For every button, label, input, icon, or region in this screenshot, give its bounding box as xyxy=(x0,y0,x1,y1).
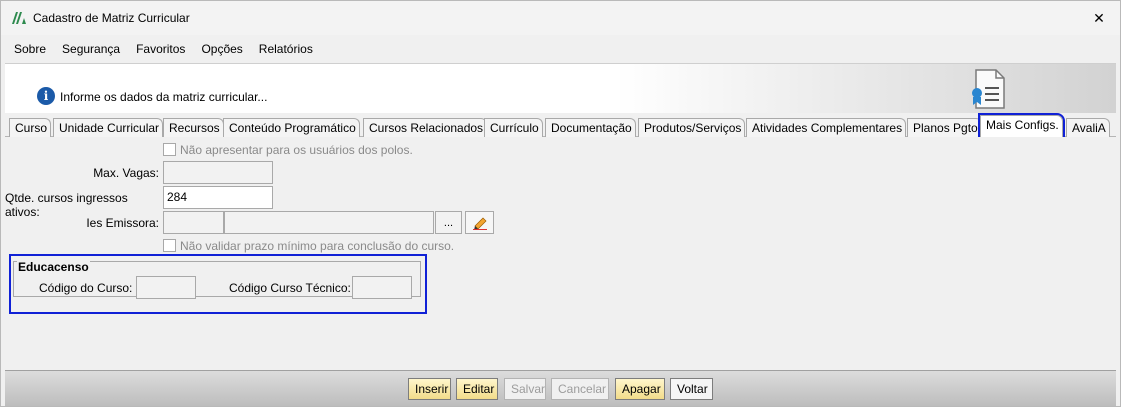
tab-strip: Curso Unidade Curricular Recursos Conteú… xyxy=(5,113,1116,139)
menu-favoritos[interactable]: Favoritos xyxy=(136,42,185,56)
pencil-icon xyxy=(472,217,487,230)
menu-seguranca[interactable]: Segurança xyxy=(62,42,120,56)
menu-opcoes[interactable]: Opções xyxy=(201,42,242,56)
action-bar: Inserir Editar Salvar Cancelar Apagar Vo… xyxy=(5,370,1116,406)
tab-cursos-relacionados[interactable]: Cursos Relacionados xyxy=(363,118,488,137)
codigo-curso-tecnico-label: Código Curso Técnico: xyxy=(229,281,351,295)
ies-emissora-name-input[interactable] xyxy=(224,211,434,234)
title-bar: Cadastro de Matriz Curricular ✕ xyxy=(1,1,1120,35)
tab-curriculo[interactable]: Currículo xyxy=(484,118,543,137)
tab-curso[interactable]: Curso xyxy=(9,118,52,137)
tab-planos-pgto[interactable]: Planos Pgto xyxy=(907,118,982,137)
max-vagas-input[interactable] xyxy=(163,161,273,184)
salvar-button[interactable]: Salvar xyxy=(504,378,546,400)
tab-unidade-curricular[interactable]: Unidade Curricular xyxy=(53,118,164,137)
codigo-curso-label: Código do Curso: xyxy=(39,281,133,295)
nao-validar-prazo-label: Não validar prazo mínimo para conclusão … xyxy=(180,239,455,253)
tab-mais-configs[interactable]: Mais Configs. xyxy=(978,113,1065,139)
menu-bar: Sobre Segurança Favoritos Opções Relatór… xyxy=(1,36,1120,62)
certificate-icon xyxy=(972,69,1005,109)
qtde-cursos-label: Qtde. cursos ingressos ativos: xyxy=(5,191,128,219)
tab-conteudo-programatico[interactable]: Conteúdo Programático xyxy=(223,118,360,137)
tab-content-mais-configs: Não apresentar para os usuários dos polo… xyxy=(5,137,1116,369)
editar-button[interactable]: Editar xyxy=(456,378,498,400)
nao-apresentar-checkbox[interactable] xyxy=(163,143,176,156)
tab-recursos[interactable]: Recursos xyxy=(163,118,224,137)
header-message: Informe os dados da matriz curricular... xyxy=(60,90,268,104)
window-title: Cadastro de Matriz Curricular xyxy=(33,11,190,25)
ies-edit-button[interactable] xyxy=(465,211,494,234)
app-logo-icon xyxy=(12,12,26,24)
ies-browse-button[interactable]: ... xyxy=(435,211,462,234)
tab-documentacao[interactable]: Documentação xyxy=(545,118,636,137)
codigo-curso-input[interactable] xyxy=(136,276,196,299)
menu-relatorios[interactable]: Relatórios xyxy=(259,42,313,56)
header-panel: i Informe os dados da matriz curricular.… xyxy=(5,63,1116,113)
ies-emissora-code-input[interactable] xyxy=(163,211,224,234)
menu-sobre[interactable]: Sobre xyxy=(14,42,46,56)
info-icon: i xyxy=(37,87,55,105)
close-icon: ✕ xyxy=(1093,9,1105,26)
nao-apresentar-label: Não apresentar para os usuários dos polo… xyxy=(180,143,413,157)
tab-produtos-servicos[interactable]: Produtos/Serviços xyxy=(638,118,746,137)
qtde-cursos-input[interactable]: 284 xyxy=(163,186,273,209)
apagar-button[interactable]: Apagar xyxy=(615,378,665,400)
cancelar-button[interactable]: Cancelar xyxy=(551,378,609,400)
voltar-button[interactable]: Voltar xyxy=(670,378,713,400)
educacenso-title: Educacenso xyxy=(17,260,90,274)
codigo-curso-tecnico-input[interactable] xyxy=(352,276,412,299)
close-button[interactable]: ✕ xyxy=(1086,7,1112,29)
max-vagas-label: Max. Vagas: xyxy=(93,166,159,180)
tab-atividades-complementares[interactable]: Atividades Complementares xyxy=(746,118,907,137)
tab-avalia[interactable]: AvaliA xyxy=(1066,118,1110,137)
ies-emissora-label: Ies Emissora: xyxy=(86,216,159,230)
inserir-button[interactable]: Inserir xyxy=(408,378,451,400)
main-window: Cadastro de Matriz Curricular ✕ Sobre Se… xyxy=(0,0,1121,407)
nao-validar-prazo-checkbox[interactable] xyxy=(163,239,176,252)
